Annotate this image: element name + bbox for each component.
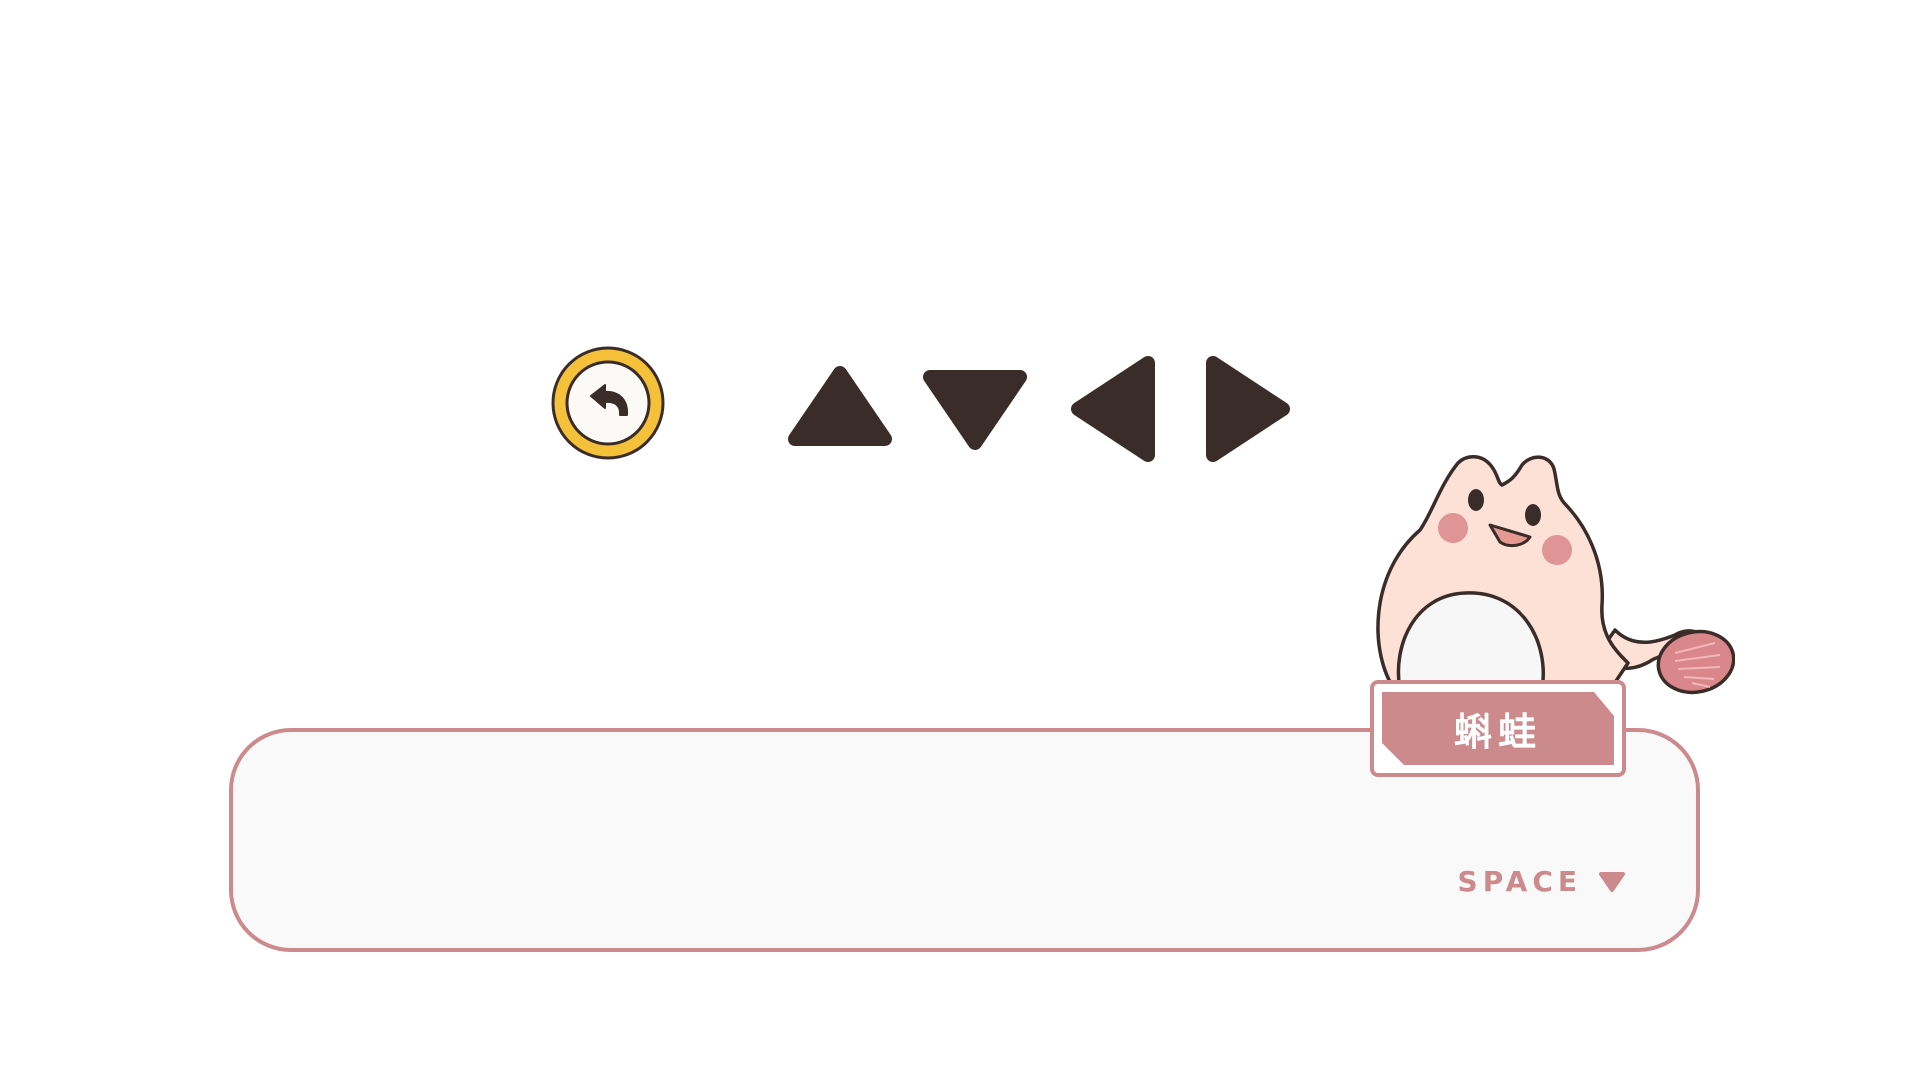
back-button[interactable] <box>550 345 666 461</box>
space-key-label: SPACE <box>1457 865 1582 898</box>
triangle-down-icon <box>923 370 1027 450</box>
down-arrow-button[interactable] <box>922 365 1028 451</box>
speaker-nameplate: 蝌蛙 <box>1370 680 1626 777</box>
left-arrow-button[interactable] <box>1068 355 1158 463</box>
speaker-name: 蝌蛙 <box>1453 710 1542 754</box>
tadpole-frog-character <box>1370 445 1735 700</box>
up-arrow-button[interactable] <box>787 365 893 451</box>
nameplate-banner: 蝌蛙 <box>1382 692 1614 765</box>
triangle-left-icon <box>1071 356 1155 462</box>
continue-hint[interactable]: SPACE <box>1458 865 1626 898</box>
triangle-down-icon <box>1598 871 1626 893</box>
triangle-up-icon <box>788 366 892 446</box>
undo-arrow-icon <box>551 346 665 460</box>
right-arrow-button[interactable] <box>1203 355 1293 463</box>
triangle-right-icon <box>1206 356 1290 462</box>
